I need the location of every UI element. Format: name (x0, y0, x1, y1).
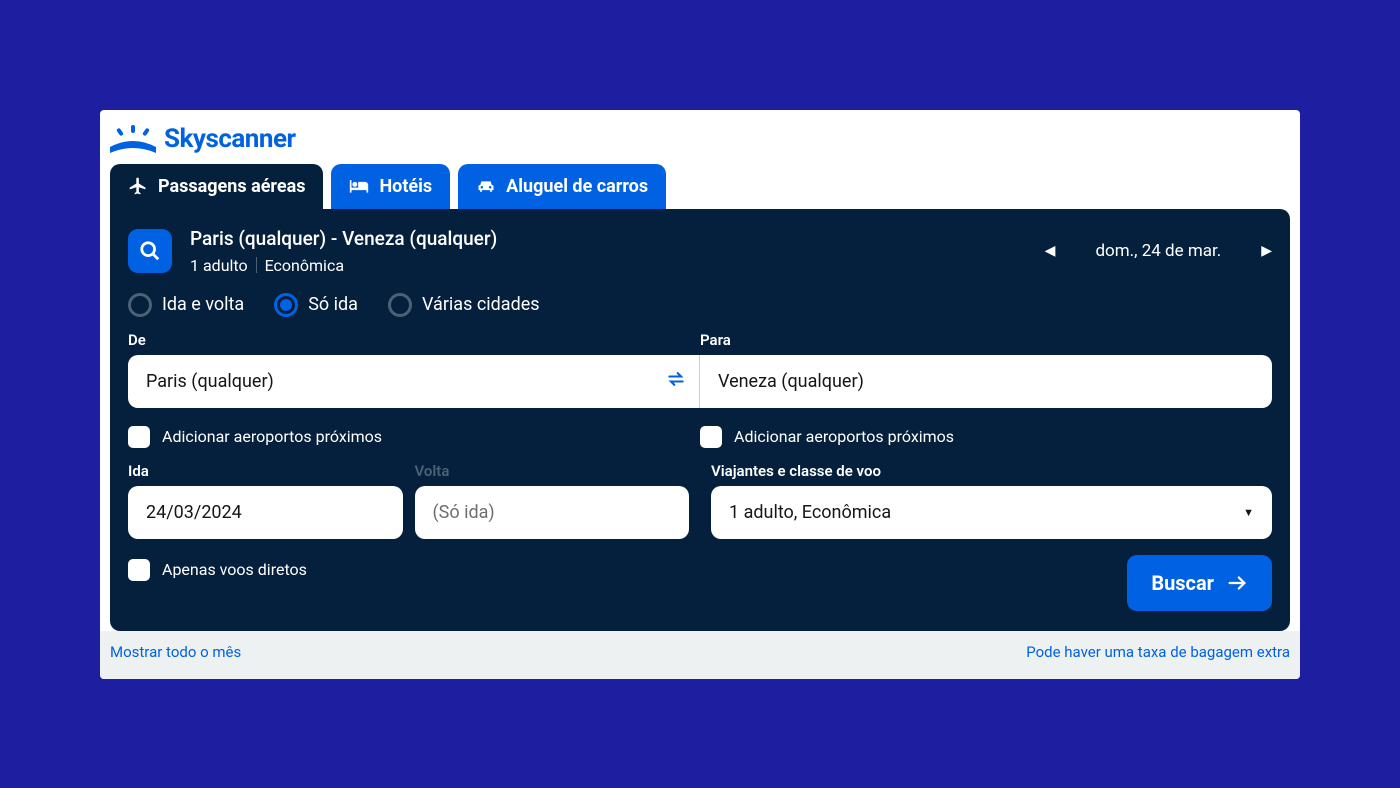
dates-group: Ida Volta (128, 462, 689, 539)
prev-date-button[interactable]: ◀ (1045, 243, 1056, 259)
direct-only-row: Apenas voos diretos (128, 559, 307, 581)
search-panel: Paris (qualquer) - Veneza (qualquer) 1 a… (110, 209, 1290, 631)
nearby-to-row: Adicionar aeroportos próximos (700, 426, 1272, 448)
baggage-fee-link[interactable]: Pode haver uma taxa de bagagem extra (1026, 643, 1290, 661)
radio-multicity[interactable]: Várias cidades (388, 293, 540, 317)
tab-cars[interactable]: Aluguel de carros (458, 164, 666, 209)
swap-icon (666, 369, 686, 389)
radio-multicity-label: Várias cidades (422, 294, 540, 315)
radio-oneway[interactable]: Só ida (274, 293, 358, 317)
summary-pax: 1 adulto (190, 256, 248, 275)
tab-flights[interactable]: Passagens aéreas (110, 164, 323, 209)
from-label: De (128, 331, 700, 349)
travelers-value: 1 adulto, Econômica (729, 502, 891, 523)
depart-input[interactable] (128, 486, 403, 539)
skyscanner-icon (110, 125, 156, 153)
search-button[interactable]: Buscar (1127, 555, 1272, 611)
dates-travelers-row: Ida Volta Viajantes e classe de voo 1 ad… (128, 462, 1272, 539)
summary-cabin: Econômica (265, 256, 344, 275)
summary-left: Paris (qualquer) - Veneza (qualquer) 1 a… (128, 227, 497, 275)
bed-icon (349, 176, 369, 196)
return-col: Volta (415, 462, 690, 539)
summary-row: Paris (qualquer) - Veneza (qualquer) 1 a… (128, 227, 1272, 275)
depart-col: Ida (128, 462, 403, 539)
nearby-from-checkbox[interactable] (128, 426, 150, 448)
airplane-icon (128, 176, 148, 196)
radio-roundtrip[interactable]: Ida e volta (128, 293, 244, 317)
tab-hotels[interactable]: Hotéis (331, 164, 450, 209)
tab-cars-label: Aluguel de carros (506, 176, 648, 197)
to-label: Para (700, 331, 1272, 349)
nearby-to-checkbox[interactable] (700, 426, 722, 448)
from-input[interactable] (128, 355, 700, 408)
from-input-wrap (128, 355, 700, 408)
return-label: Volta (415, 462, 690, 480)
product-tabs: Passagens aéreas Hotéis Aluguel de carro… (100, 164, 1300, 209)
nearby-from-label: Adicionar aeroportos próximos (162, 427, 382, 446)
radio-circle-icon (128, 293, 152, 317)
swap-button[interactable] (666, 369, 686, 393)
summary-route: Paris (qualquer) - Veneza (qualquer) (190, 227, 497, 250)
footer: Mostrar todo o mês Pode haver uma taxa d… (100, 631, 1300, 679)
from-group: De Adicionar aeroportos próximos (128, 331, 700, 448)
brand-name: Skyscanner (164, 124, 296, 154)
direct-only-checkbox[interactable] (128, 559, 150, 581)
radio-circle-icon (274, 293, 298, 317)
nearby-from-row: Adicionar aeroportos próximos (128, 426, 700, 448)
separator (256, 257, 257, 273)
summary-text: Paris (qualquer) - Veneza (qualquer) 1 a… (190, 227, 497, 275)
next-date-button[interactable]: ▶ (1261, 243, 1272, 259)
tab-hotels-label: Hotéis (379, 176, 432, 197)
app-window: Skyscanner Passagens aéreas Hotéis Alugu… (100, 110, 1300, 679)
bottom-row: Apenas voos diretos Buscar (128, 555, 1272, 611)
current-date-label: dom., 24 de mar. (1095, 241, 1221, 261)
direct-only-label: Apenas voos diretos (162, 560, 307, 579)
depart-label: Ida (128, 462, 403, 480)
radio-roundtrip-label: Ida e volta (162, 294, 244, 315)
date-nav: ◀ dom., 24 de mar. ▶ (1045, 241, 1272, 261)
to-input[interactable] (700, 355, 1272, 408)
tab-flights-label: Passagens aéreas (158, 176, 305, 197)
chevron-down-icon: ▼ (1243, 506, 1254, 519)
travelers-group: Viajantes e classe de voo 1 adulto, Econ… (711, 462, 1272, 539)
travelers-select[interactable]: 1 adulto, Econômica ▼ (711, 486, 1272, 539)
arrow-right-icon (1226, 572, 1248, 594)
dates-wrap: Ida Volta (128, 462, 689, 539)
nearby-to-label: Adicionar aeroportos próximos (734, 427, 954, 446)
header: Skyscanner (100, 110, 1300, 164)
brand-logo[interactable]: Skyscanner (110, 124, 1290, 154)
to-input-wrap (700, 355, 1272, 408)
return-input[interactable] (415, 486, 690, 539)
search-button-label: Buscar (1151, 571, 1214, 595)
summary-sub: 1 adulto Econômica (190, 256, 497, 275)
to-group: Para Adicionar aeroportos próximos (700, 331, 1272, 448)
show-month-link[interactable]: Mostrar todo o mês (110, 643, 241, 661)
trip-type-group: Ida e volta Só ida Várias cidades (128, 293, 1272, 317)
locations-row: De Adicionar aeroportos próximos Para (128, 331, 1272, 448)
search-chip[interactable] (128, 229, 172, 273)
radio-oneway-label: Só ida (308, 294, 358, 315)
radio-circle-icon (388, 293, 412, 317)
search-icon (139, 240, 161, 262)
travelers-label: Viajantes e classe de voo (711, 462, 1272, 480)
car-icon (476, 176, 496, 196)
